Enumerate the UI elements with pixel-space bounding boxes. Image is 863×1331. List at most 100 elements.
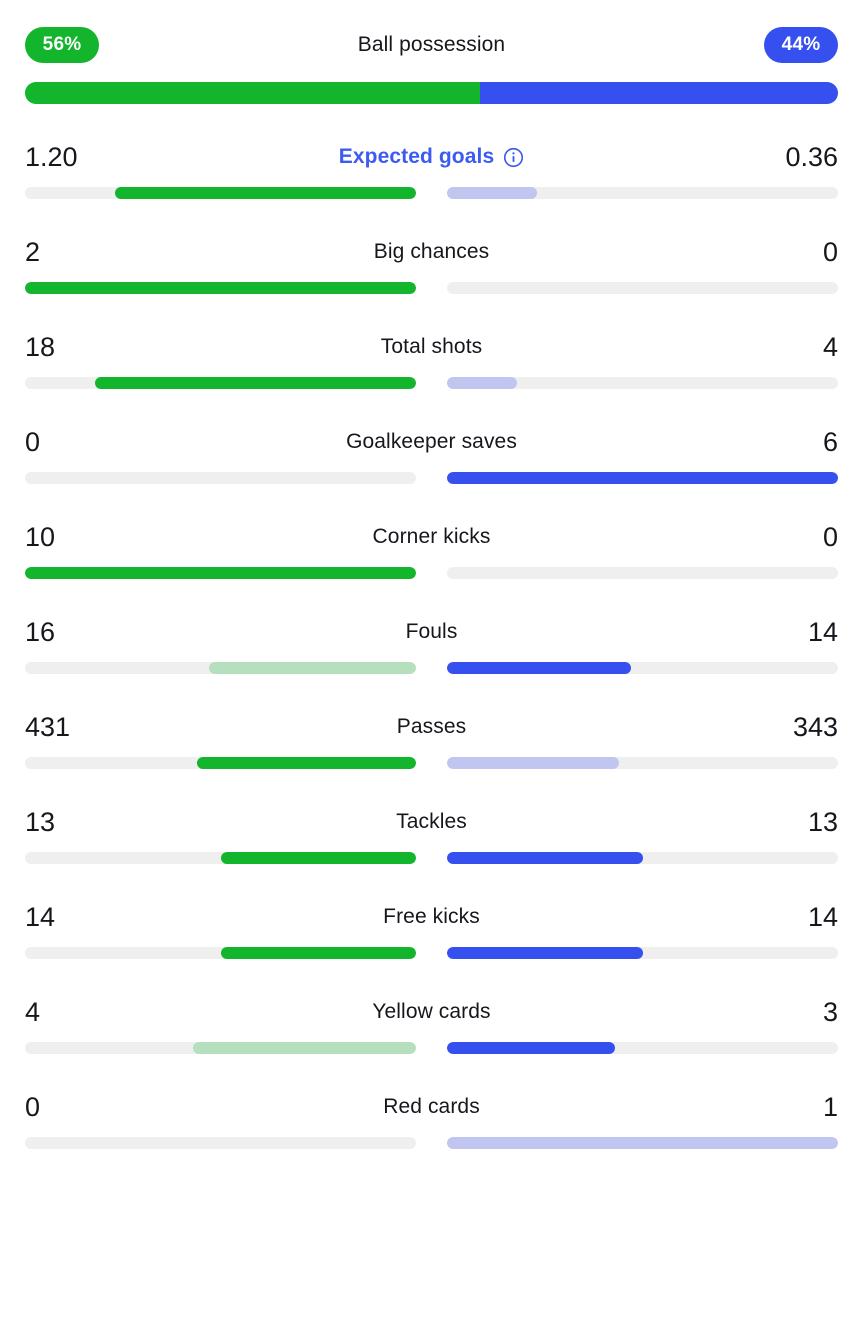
stat-bar-home-fill [25, 282, 416, 294]
stat-bar-home-fill [25, 567, 416, 579]
stat-label-text: Expected goals [338, 145, 495, 168]
stat-label-text: Goalkeeper saves [346, 430, 517, 453]
stat-bar-home-corner-kicks [25, 567, 416, 579]
stat-bar-away-fill [447, 187, 537, 199]
stat-bar-home-fill [114, 187, 416, 199]
stat-row-passes: 431 Passes 343 [25, 674, 838, 769]
stat-bar-home-fill [208, 662, 416, 674]
stat-bar-away-free-kicks [447, 947, 838, 959]
info-icon[interactable] [503, 147, 524, 168]
stat-header: 0 Red cards 1 [25, 1090, 838, 1124]
stat-bar-home-fill [220, 947, 416, 959]
stat-row-corner-kicks: 10 Corner kicks 0 [25, 484, 838, 579]
stat-bar-away-fouls [447, 662, 838, 674]
stat-bar-home-fill [220, 852, 416, 864]
stat-row-free-kicks: 14 Free kicks 14 [25, 864, 838, 959]
stat-label-total-shots: Total shots [95, 335, 768, 359]
stat-bars [25, 282, 838, 294]
stat-bar-away-fill [447, 1042, 616, 1054]
stat-label-text: Tackles [396, 810, 467, 833]
stat-label-text: Total shots [380, 335, 483, 358]
stat-value-home-tackles: 13 [25, 806, 56, 837]
stat-bar-away-fill [447, 852, 643, 864]
stat-value-home-expected-goals: 1.20 [25, 141, 78, 172]
stat-value-home-passes: 431 [25, 711, 71, 742]
stat-bar-home-red-cards [25, 1137, 416, 1149]
stat-label-expected-goals[interactable]: Expected goals [95, 145, 768, 169]
stat-bar-home-yellow-cards [25, 1042, 416, 1054]
stat-value-home-fouls: 16 [25, 616, 56, 647]
stat-bars [25, 852, 838, 864]
stat-bars [25, 377, 838, 389]
stat-value-home-big-chances: 2 [25, 236, 41, 267]
stat-bars [25, 1042, 838, 1054]
stat-bars [25, 472, 838, 484]
stat-bar-away-fill [447, 757, 620, 769]
stat-label-text: Big chances [373, 240, 490, 263]
stat-value-home-corner-kicks: 10 [25, 521, 56, 552]
stat-bar-away-yellow-cards [447, 1042, 838, 1054]
stat-value-home-free-kicks: 14 [25, 901, 56, 932]
stat-bars [25, 187, 838, 199]
stat-value-away-expected-goals: 0.36 [785, 141, 838, 172]
stat-value-away-total-shots: 4 [822, 331, 838, 362]
stat-value-away-tackles: 13 [807, 806, 838, 837]
stat-row-tackles: 13 Tackles 13 [25, 769, 838, 864]
stat-row-ball-possession: 56% Ball possession 44% [25, 0, 838, 104]
stat-bar-home-expected-goals [25, 187, 416, 199]
stat-label-text: Passes [396, 715, 467, 738]
stat-bar-away-expected-goals [447, 187, 838, 199]
possession-home-badge: 56% [25, 27, 99, 63]
stat-label-passes: Passes [95, 715, 768, 739]
stat-bar-home-passes [25, 757, 416, 769]
stat-bar-home-total-shots [25, 377, 416, 389]
stat-header: 1.20 Expected goals 0.36 [25, 140, 838, 174]
stat-value-home-total-shots: 18 [25, 331, 56, 362]
possession-bar [25, 82, 838, 104]
stat-row-yellow-cards: 4 Yellow cards 3 [25, 959, 838, 1054]
stat-bar-home-fill [95, 377, 416, 389]
stat-bar-away-goalkeeper-saves [447, 472, 838, 484]
stat-value-away-passes: 343 [792, 711, 838, 742]
stat-header: 16 Fouls 14 [25, 615, 838, 649]
stat-bar-away-corner-kicks [447, 567, 838, 579]
stat-label-text: Red cards [383, 1095, 480, 1118]
stat-rows-container: 1.20 Expected goals 0.36 2 Big chances 0 18 Tot… [25, 104, 838, 1149]
stat-value-home-red-cards: 0 [25, 1091, 41, 1122]
possession-bar-away-segment [480, 82, 838, 104]
stat-bars [25, 947, 838, 959]
stat-header: 18 Total shots 4 [25, 330, 838, 364]
stat-bars [25, 1137, 838, 1149]
stat-label-big-chances: Big chances [95, 240, 768, 264]
stat-label-red-cards: Red cards [95, 1095, 768, 1119]
stat-bar-home-fill [193, 1042, 416, 1054]
stat-label-fouls: Fouls [95, 620, 768, 644]
stat-bar-home-fill [197, 757, 416, 769]
stat-bar-away-passes [447, 757, 838, 769]
stat-label-goalkeeper-saves: Goalkeeper saves [95, 430, 768, 454]
stat-label-free-kicks: Free kicks [95, 905, 768, 929]
stat-row-red-cards: 0 Red cards 1 [25, 1054, 838, 1149]
stat-bar-away-tackles [447, 852, 838, 864]
stat-value-away-fouls: 14 [807, 616, 838, 647]
stat-header: 431 Passes 343 [25, 710, 838, 744]
stat-bars [25, 662, 838, 674]
stat-value-away-yellow-cards: 3 [822, 996, 838, 1027]
stat-value-home-goalkeeper-saves: 0 [25, 426, 41, 457]
possession-away-badge: 44% [764, 27, 838, 63]
stat-bar-away-fill [447, 662, 631, 674]
stat-bar-home-free-kicks [25, 947, 416, 959]
stat-label-text: Free kicks [383, 905, 480, 928]
stat-header: 14 Free kicks 14 [25, 900, 838, 934]
stat-value-home-yellow-cards: 4 [25, 996, 41, 1027]
stat-label-ball-possession: Ball possession [357, 33, 506, 56]
stat-value-away-big-chances: 0 [822, 236, 838, 267]
stat-bars [25, 757, 838, 769]
stat-row-big-chances: 2 Big chances 0 [25, 199, 838, 294]
stat-header: 2 Big chances 0 [25, 235, 838, 269]
stat-bar-away-total-shots [447, 377, 838, 389]
stat-value-away-corner-kicks: 0 [822, 521, 838, 552]
stat-value-away-red-cards: 1 [822, 1091, 838, 1122]
stat-label-text: Yellow cards [372, 1000, 491, 1023]
stat-bar-away-big-chances [447, 282, 838, 294]
